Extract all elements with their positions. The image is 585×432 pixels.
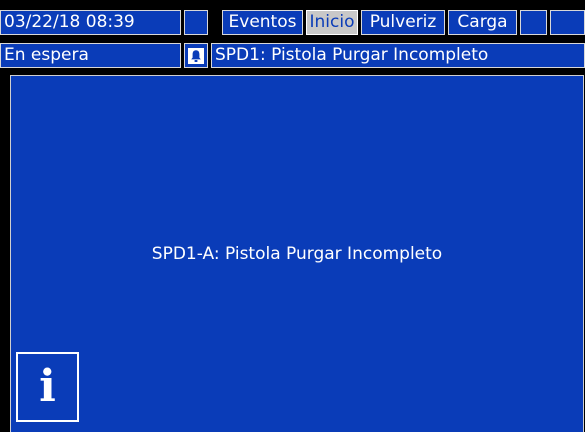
error-message: SPD1-A: Pistola Purgar Incompleto — [151, 244, 443, 264]
system-state: En espera — [0, 43, 181, 68]
alarm-message: SPD1: Pistola Purgar Incompleto — [211, 43, 585, 68]
datetime-display: 03/22/18 08:39 — [0, 10, 181, 35]
tab-pulveriz[interactable]: Pulveriz — [361, 10, 445, 35]
bell-icon — [184, 43, 208, 68]
tab-spacer — [520, 10, 547, 35]
tab-inicio[interactable]: Inicio — [306, 10, 358, 35]
info-icon: i — [39, 361, 56, 412]
display-screen: 03/22/18 08:39 Eventos Inicio Pulveriz C… — [0, 0, 585, 432]
info-button[interactable]: i — [16, 352, 79, 422]
blank-status-cell — [184, 10, 208, 35]
tab-eventos[interactable]: Eventos — [222, 10, 303, 35]
main-panel: SPD1-A: Pistola Purgar Incompleto i — [10, 75, 584, 432]
tab-end-cell — [550, 10, 585, 35]
tab-carga[interactable]: Carga — [448, 10, 517, 35]
